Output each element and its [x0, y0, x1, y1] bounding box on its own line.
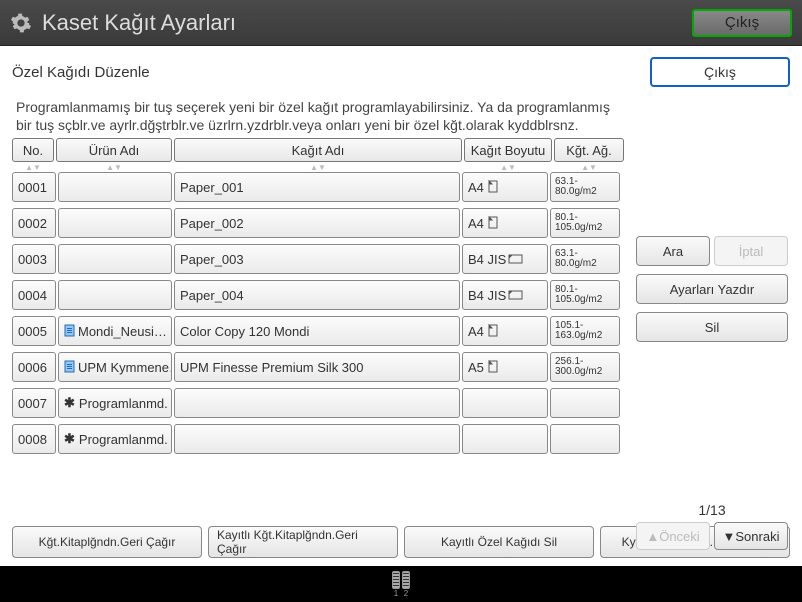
- cell-product[interactable]: [58, 208, 172, 238]
- header-weight[interactable]: Kğt. Ağ.: [554, 138, 624, 162]
- cell-name[interactable]: Paper_001: [174, 172, 460, 202]
- cell-name[interactable]: Color Copy 120 Mondi: [174, 316, 460, 346]
- exit-button[interactable]: Çıkış: [692, 9, 792, 37]
- table-row[interactable]: 0001 Paper_001A463.1-80.0g/m2: [12, 172, 790, 202]
- page-indicator: 1/13: [636, 502, 788, 518]
- header-name[interactable]: Kağıt Adı: [174, 138, 462, 162]
- cell-size[interactable]: [462, 424, 548, 454]
- toner-label-1: 1: [392, 589, 400, 598]
- instruction-line-2: bir tuş sçblr.ve ayrlr.dğştrblr.ve üzrlr…: [16, 116, 790, 134]
- footer: 1 2: [0, 566, 802, 602]
- cell-weight[interactable]: 80.1-105.0g/m2: [550, 208, 620, 238]
- instructions: Programlanmamış bir tuş seçerek yeni bir…: [16, 98, 790, 134]
- table-row[interactable]: 0007✱Programlanmd.: [12, 388, 790, 418]
- close-button[interactable]: Çıkış: [650, 57, 790, 87]
- cell-product[interactable]: Mondi_Neusi…: [58, 316, 172, 346]
- cell-no[interactable]: 0005: [12, 316, 56, 346]
- sort-arrow-icon: ▲▼: [12, 163, 54, 171]
- recall-saved-library-button[interactable]: Kayıtlı Kğt.Kitaplğndn.Geri Çağır: [208, 526, 398, 558]
- cell-weight[interactable]: 63.1-80.0g/m2: [550, 244, 620, 274]
- cell-no[interactable]: 0003: [12, 244, 56, 274]
- header-product[interactable]: Ürün Adı: [56, 138, 172, 162]
- side-buttons: Ara İptal Ayarları Yazdır Sil: [636, 236, 788, 342]
- cell-size[interactable]: A4: [462, 208, 548, 238]
- table-row[interactable]: 0006UPM Kymmene…UPM Finesse Premium Silk…: [12, 352, 790, 382]
- pager: 1/13 ▲ Önceki ▼ Sonraki: [636, 502, 788, 550]
- cell-name[interactable]: [174, 388, 460, 418]
- cell-no[interactable]: 0002: [12, 208, 56, 238]
- cell-product[interactable]: [58, 280, 172, 310]
- sort-arrow-icon: ▲▼: [174, 163, 462, 171]
- toner-label-2: 2: [402, 589, 410, 598]
- cell-name[interactable]: Paper_002: [174, 208, 460, 238]
- cell-no[interactable]: 0007: [12, 388, 56, 418]
- sort-arrow-icon: ▲▼: [554, 163, 624, 171]
- cell-no[interactable]: 0008: [12, 424, 56, 454]
- cell-weight[interactable]: 256.1-300.0g/m2: [550, 352, 620, 382]
- delete-saved-custom-button[interactable]: Kayıtlı Özel Kağıdı Sil: [404, 526, 594, 558]
- recall-from-library-button[interactable]: Kğt.Kitaplğndn.Geri Çağır: [12, 526, 202, 558]
- cell-product[interactable]: [58, 244, 172, 274]
- cell-no[interactable]: 0006: [12, 352, 56, 382]
- cell-weight[interactable]: 105.1-163.0g/m2: [550, 316, 620, 346]
- sort-arrow-icon: ▲▼: [464, 163, 552, 171]
- cancel-button: İptal: [714, 236, 788, 266]
- table-row[interactable]: 0008✱Programlanmd.: [12, 424, 790, 454]
- next-page-button[interactable]: ▼ Sonraki: [714, 522, 788, 550]
- cell-size[interactable]: A5: [462, 352, 548, 382]
- header-size[interactable]: Kağıt Boyutu: [464, 138, 552, 162]
- app-window: Kaset Kağıt Ayarları Çıkış Özel Kağıdı D…: [0, 0, 802, 602]
- cell-product[interactable]: [58, 172, 172, 202]
- cell-name[interactable]: UPM Finesse Premium Silk 300: [174, 352, 460, 382]
- toner-bar-icon: [392, 571, 400, 589]
- cell-weight[interactable]: 63.1-80.0g/m2: [550, 172, 620, 202]
- cell-product[interactable]: UPM Kymmene…: [58, 352, 172, 382]
- cell-weight[interactable]: [550, 388, 620, 418]
- sort-arrow-icon: ▲▼: [56, 163, 172, 171]
- cell-size[interactable]: A4: [462, 316, 548, 346]
- cell-product[interactable]: ✱Programlanmd.: [58, 388, 172, 418]
- toner-bar-icon: [402, 571, 410, 589]
- cell-no[interactable]: 0004: [12, 280, 56, 310]
- sort-arrows: ▲▼ ▲▼ ▲▼ ▲▼ ▲▼: [12, 163, 790, 171]
- instruction-line-1: Programlanmamış bir tuş seçerek yeni bir…: [16, 98, 790, 116]
- cell-size[interactable]: B4 JIS: [462, 280, 548, 310]
- gear-icon: [10, 12, 32, 34]
- cell-size[interactable]: [462, 388, 548, 418]
- header-no[interactable]: No.: [12, 138, 54, 162]
- table-row[interactable]: 0002 Paper_002A480.1-105.0g/m2: [12, 208, 790, 238]
- prev-page-button: ▲ Önceki: [636, 522, 710, 550]
- cell-name[interactable]: Paper_003: [174, 244, 460, 274]
- delete-button[interactable]: Sil: [636, 312, 788, 342]
- cell-no[interactable]: 0001: [12, 172, 56, 202]
- cell-name[interactable]: Paper_004: [174, 280, 460, 310]
- page-title: Kaset Kağıt Ayarları: [42, 10, 692, 36]
- cell-size[interactable]: A4: [462, 172, 548, 202]
- cell-weight[interactable]: [550, 424, 620, 454]
- search-button[interactable]: Ara: [636, 236, 710, 266]
- toner-indicator: 1 2: [392, 571, 410, 598]
- print-settings-button[interactable]: Ayarları Yazdır: [636, 274, 788, 304]
- sub-title: Özel Kağıdı Düzenle: [12, 64, 650, 81]
- content-area: Özel Kağıdı Düzenle Çıkış Programlanmamı…: [0, 46, 802, 566]
- subheader: Özel Kağıdı Düzenle Çıkış: [12, 56, 790, 88]
- cell-name[interactable]: [174, 424, 460, 454]
- table-header-row: No. Ürün Adı Kağıt Adı Kağıt Boyutu Kğt.…: [12, 138, 790, 162]
- cell-product[interactable]: ✱Programlanmd.: [58, 424, 172, 454]
- titlebar: Kaset Kağıt Ayarları Çıkış: [0, 0, 802, 46]
- cell-weight[interactable]: 80.1-105.0g/m2: [550, 280, 620, 310]
- cell-size[interactable]: B4 JIS: [462, 244, 548, 274]
